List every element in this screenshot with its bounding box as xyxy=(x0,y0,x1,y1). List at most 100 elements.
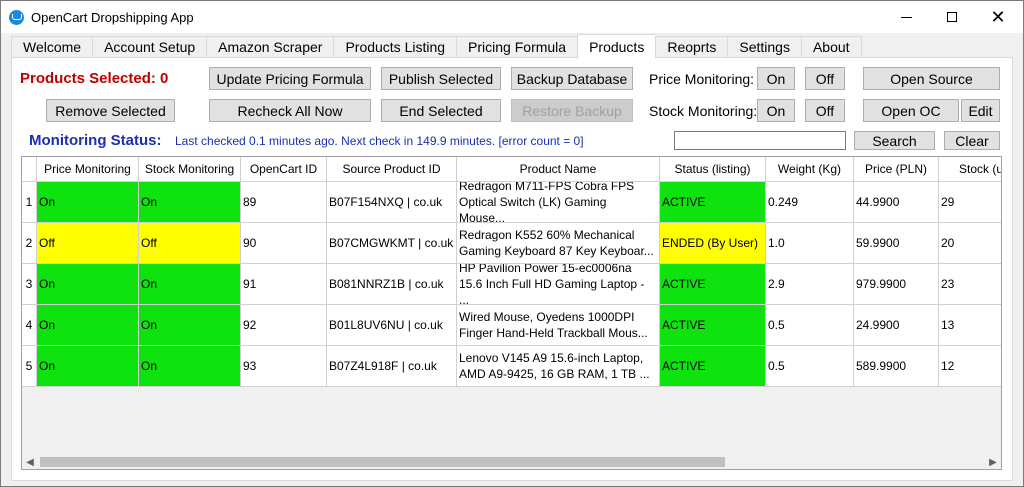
stock-cell[interactable]: 23 xyxy=(939,264,1001,305)
recheck-all-now-button[interactable]: Recheck All Now xyxy=(209,99,371,122)
product-name-cell[interactable]: Redragon K552 60% Mechanical Gaming Keyb… xyxy=(457,223,660,264)
price-monitoring-cell[interactable]: On xyxy=(37,346,139,387)
tab-products-listing[interactable]: Products Listing xyxy=(333,36,457,58)
product-name-cell[interactable]: Lenovo V145 A9 15.6-inch Laptop, AMD A9-… xyxy=(457,346,660,387)
horizontal-scrollbar[interactable]: ◀ ▶ xyxy=(22,454,1001,469)
tab-settings[interactable]: Settings xyxy=(727,36,801,58)
end-selected-button[interactable]: End Selected xyxy=(381,99,501,122)
column-header[interactable]: Price Monitoring xyxy=(37,157,139,182)
stock-cell[interactable]: 29 xyxy=(939,182,1001,223)
stock-monitoring-cell[interactable]: On xyxy=(139,346,241,387)
product-name-cell[interactable]: Wired Mouse, Oyedens 1000DPI Finger Hand… xyxy=(457,305,660,346)
scrollbar-thumb[interactable] xyxy=(40,457,725,467)
source-product-id-cell[interactable]: B07F154NXQ | co.uk xyxy=(327,182,457,223)
weight-cell[interactable]: 0.5 xyxy=(766,346,854,387)
source-product-id-cell[interactable]: B081NNRZ1B | co.uk xyxy=(327,264,457,305)
weight-cell[interactable]: 0.5 xyxy=(766,305,854,346)
stock-monitoring-on-button[interactable]: On xyxy=(757,99,795,122)
price-monitoring-label: Price Monitoring: xyxy=(649,71,755,87)
stock-monitoring-cell[interactable]: Off xyxy=(139,223,241,264)
weight-cell[interactable]: 1.0 xyxy=(766,223,854,264)
price-monitoring-on-button[interactable]: On xyxy=(757,67,795,90)
status-cell[interactable]: ACTIVE xyxy=(660,182,766,223)
tab-account-setup[interactable]: Account Setup xyxy=(92,36,207,58)
price-cell[interactable]: 589.9900 xyxy=(854,346,939,387)
search-input[interactable] xyxy=(674,131,846,150)
table-row[interactable]: 4 On On 92 B01L8UV6NU | co.uk Wired Mouse, Oy… xyxy=(22,305,1001,346)
tab-products[interactable]: Products xyxy=(577,34,656,59)
status-cell[interactable]: ACTIVE xyxy=(660,305,766,346)
status-cell[interactable]: ACTIVE xyxy=(660,264,766,305)
table-row[interactable]: 3 On On 91 B081NNRZ1B | co.uk HP Pavilion Pow… xyxy=(22,264,1001,305)
row-number[interactable]: 3 xyxy=(22,264,37,305)
open-oc-button[interactable]: Open OC xyxy=(863,99,959,122)
column-header[interactable]: Source Product ID xyxy=(327,157,457,182)
publish-selected-button[interactable]: Publish Selected xyxy=(381,67,501,90)
price-monitoring-cell[interactable]: On xyxy=(37,182,139,223)
row-number[interactable]: 4 xyxy=(22,305,37,346)
stock-monitoring-cell[interactable]: On xyxy=(139,305,241,346)
clear-button[interactable]: Clear xyxy=(944,131,1000,150)
price-monitoring-cell[interactable]: Off xyxy=(37,223,139,264)
status-cell[interactable]: ACTIVE xyxy=(660,346,766,387)
opencart-id-cell[interactable]: 93 xyxy=(241,346,327,387)
status-cell[interactable]: ENDED (By User) xyxy=(660,223,766,264)
price-cell[interactable]: 44.9900 xyxy=(854,182,939,223)
opencart-id-cell[interactable]: 90 xyxy=(241,223,327,264)
opencart-id-cell[interactable]: 92 xyxy=(241,305,327,346)
stock-monitoring-cell[interactable]: On xyxy=(139,182,241,223)
product-name-cell[interactable]: HP Pavilion Power 15-ec0006na 15.6 Inch … xyxy=(457,264,660,305)
table-row[interactable]: 1 On On 89 B07F154NXQ | co.uk Redragon M711-F… xyxy=(22,182,1001,223)
table-row[interactable]: 2 Off Off 90 B07CMGWKMT | co.uk Redragon K552… xyxy=(22,223,1001,264)
source-product-id-cell[interactable]: B07CMGWKMT | co.uk xyxy=(327,223,457,264)
scroll-left-icon[interactable]: ◀ xyxy=(22,454,38,469)
tab-reports[interactable]: Reoprts xyxy=(655,36,728,58)
search-button[interactable]: Search xyxy=(854,131,935,150)
price-monitoring-cell[interactable]: On xyxy=(37,305,139,346)
backup-database-button[interactable]: Backup Database xyxy=(511,67,633,90)
stock-cell[interactable]: 13 xyxy=(939,305,1001,346)
price-monitoring-off-button[interactable]: Off xyxy=(805,67,845,90)
product-name-cell[interactable]: Redragon M711-FPS Cobra FPS Optical Swit… xyxy=(457,182,660,223)
column-header[interactable]: Product Name xyxy=(457,157,660,182)
weight-cell[interactable]: 2.9 xyxy=(766,264,854,305)
price-cell[interactable]: 979.9900 xyxy=(854,264,939,305)
stock-monitoring-cell[interactable]: On xyxy=(139,264,241,305)
opencart-id-cell[interactable]: 91 xyxy=(241,264,327,305)
weight-cell[interactable]: 0.249 xyxy=(766,182,854,223)
edit-button[interactable]: Edit xyxy=(961,99,1000,122)
opencart-id-cell[interactable]: 89 xyxy=(241,182,327,223)
row-number[interactable]: 2 xyxy=(22,223,37,264)
maximize-button[interactable] xyxy=(929,1,975,33)
tab-amazon-scraper[interactable]: Amazon Scraper xyxy=(206,36,334,58)
stock-cell[interactable]: 20 xyxy=(939,223,1001,264)
row-number[interactable]: 5 xyxy=(22,346,37,387)
column-header[interactable]: Price (PLN) xyxy=(854,157,939,182)
source-product-id-cell[interactable]: B07Z4L918F | co.uk xyxy=(327,346,457,387)
row-number[interactable]: 1 xyxy=(22,182,37,223)
column-header[interactable]: OpenCart ID xyxy=(241,157,327,182)
column-header[interactable]: Stock Monitoring xyxy=(139,157,241,182)
price-cell[interactable]: 59.9900 xyxy=(854,223,939,264)
minimize-button[interactable] xyxy=(883,1,929,33)
column-header[interactable]: Stock (u xyxy=(939,157,1001,182)
stock-monitoring-off-button[interactable]: Off xyxy=(805,99,845,122)
restore-backup-button[interactable]: Restore Backup xyxy=(511,99,633,122)
update-pricing-formula-button[interactable]: Update Pricing Formula xyxy=(209,67,371,90)
source-product-id-cell[interactable]: B01L8UV6NU | co.uk xyxy=(327,305,457,346)
maximize-icon xyxy=(947,12,957,22)
tab-pricing-formula[interactable]: Pricing Formula xyxy=(456,36,578,58)
close-button[interactable]: ✕ xyxy=(975,1,1021,33)
scroll-right-icon[interactable]: ▶ xyxy=(985,454,1001,469)
remove-selected-button[interactable]: Remove Selected xyxy=(46,99,175,122)
open-source-button[interactable]: Open Source xyxy=(863,67,1000,90)
column-header[interactable]: Weight (Kg) xyxy=(766,157,854,182)
stock-cell[interactable]: 12 xyxy=(939,346,1001,387)
tab-about[interactable]: About xyxy=(800,36,862,58)
products-grid[interactable]: Price Monitoring Stock Monitoring OpenCa… xyxy=(21,156,1002,470)
table-row[interactable]: 5 On On 93 B07Z4L918F | co.uk Lenovo V145 A9 … xyxy=(22,346,1001,387)
price-monitoring-cell[interactable]: On xyxy=(37,264,139,305)
column-header[interactable]: Status (listing) xyxy=(660,157,766,182)
tab-welcome[interactable]: Welcome xyxy=(11,36,93,58)
price-cell[interactable]: 24.9900 xyxy=(854,305,939,346)
